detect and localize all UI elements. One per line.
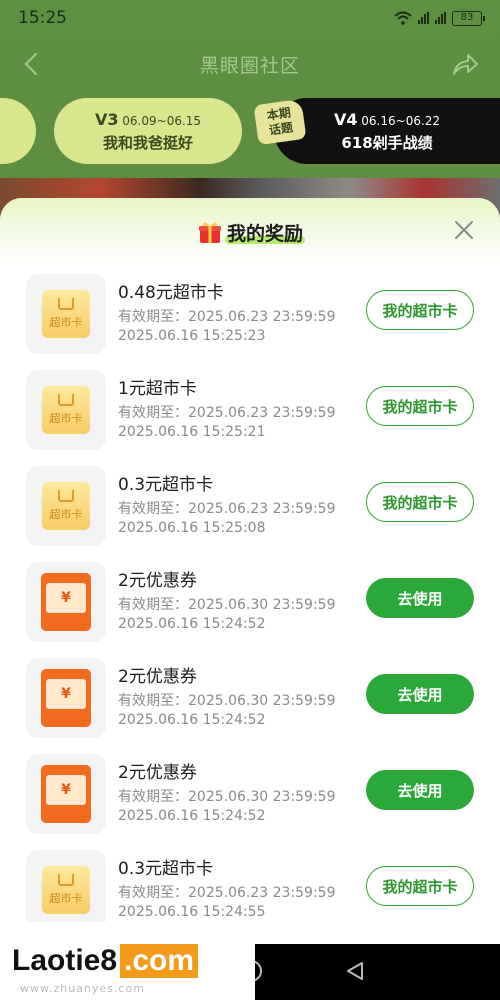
topic-name: 618剁手战绩 bbox=[341, 133, 433, 152]
my-supermarket-card-button[interactable]: 我的超市卡 bbox=[366, 290, 474, 330]
reward-time: 2025.06.16 15:24:52 bbox=[118, 712, 266, 728]
supermarket-card-icon: 超市卡 bbox=[42, 290, 90, 338]
signal-icon-2 bbox=[435, 12, 446, 24]
topic-dates: 06.16~06.22 bbox=[361, 113, 441, 128]
coupon-icon-label: ¥ bbox=[46, 775, 86, 805]
sheet-title: 我的奖励 bbox=[226, 222, 303, 245]
reward-expiry: 有效期至：2025.06.23 23:59:59 bbox=[118, 405, 336, 421]
sheet-header: 我的奖励 bbox=[0, 198, 500, 266]
reward-title: 0.48元超市卡 bbox=[118, 283, 224, 303]
supermarket-card-icon: 超市卡 bbox=[42, 386, 90, 434]
coupon-icon: ¥ bbox=[41, 669, 91, 727]
use-coupon-button[interactable]: 去使用 bbox=[366, 578, 474, 618]
status-icons: 83 bbox=[394, 10, 485, 26]
topic-dates: 06.09~06.15 bbox=[122, 113, 202, 128]
wifi-icon bbox=[394, 11, 412, 25]
badge-line2: 话题 bbox=[268, 120, 294, 138]
reward-item: 超市卡 1元超市卡 有效期至：2025.06.23 23:59:59 2025.… bbox=[0, 366, 500, 462]
signal-icon bbox=[418, 12, 429, 24]
reward-title: 2元优惠券 bbox=[118, 571, 197, 591]
watermark-brand: Laotie8 bbox=[12, 944, 118, 977]
supermarket-card-icon: 超市卡 bbox=[42, 866, 90, 914]
coupon-icon: ¥ bbox=[41, 765, 91, 823]
back-nav-icon[interactable] bbox=[344, 960, 366, 982]
reward-time: 2025.06.16 15:25:08 bbox=[118, 520, 266, 536]
reward-title: 2元优惠券 bbox=[118, 667, 197, 687]
share-icon[interactable] bbox=[450, 50, 480, 78]
reward-expiry: 有效期至：2025.06.23 23:59:59 bbox=[118, 501, 336, 517]
battery-icon: 83 bbox=[452, 10, 485, 26]
reward-thumbnail: ¥ bbox=[26, 754, 106, 834]
back-icon[interactable] bbox=[18, 50, 46, 78]
watermark-suffix: .com bbox=[120, 944, 199, 978]
coupon-icon-label: ¥ bbox=[46, 679, 86, 709]
reward-item: ¥ 2元优惠券 有效期至：2025.06.30 23:59:59 2025.06… bbox=[0, 558, 500, 654]
reward-thumbnail: 超市卡 bbox=[26, 466, 106, 546]
topic-chip-v4[interactable]: V4 06.16~06.22 618剁手战绩 bbox=[274, 98, 500, 164]
reward-thumbnail: 超市卡 bbox=[26, 274, 106, 354]
reward-time: 2025.06.16 15:25:21 bbox=[118, 424, 266, 440]
watermark: Laotie8 .com www.zhuanyes.com bbox=[0, 922, 255, 1000]
my-supermarket-card-button[interactable]: 我的超市卡 bbox=[366, 866, 474, 906]
supermarket-card-icon: 超市卡 bbox=[42, 482, 90, 530]
coupon-icon: ¥ bbox=[41, 573, 91, 631]
reward-time: 2025.06.16 15:25:23 bbox=[118, 328, 266, 344]
reward-expiry: 有效期至：2025.06.30 23:59:59 bbox=[118, 693, 336, 709]
use-coupon-button[interactable]: 去使用 bbox=[366, 770, 474, 810]
coupon-icon-label: ¥ bbox=[46, 583, 86, 613]
rewards-sheet: 我的奖励 超市卡 0.48元超市卡 有效期至：2025.06.23 23:59:… bbox=[0, 198, 500, 1000]
watermark-sub: www.zhuanyes.com bbox=[20, 982, 145, 995]
reward-expiry: 有效期至：2025.06.30 23:59:59 bbox=[118, 789, 336, 805]
app-screen: 15:25 83 黑眼圈社区 3 V3 06.09~06.15 我和我爸挺好 bbox=[0, 0, 500, 1000]
reward-thumbnail: ¥ bbox=[26, 658, 106, 738]
reward-title: 0.3元超市卡 bbox=[118, 475, 214, 495]
topic-chip-prev[interactable]: 3 bbox=[0, 98, 36, 164]
reward-expiry: 有效期至：2025.06.23 23:59:59 bbox=[118, 885, 336, 901]
reward-thumbnail: 超市卡 bbox=[26, 370, 106, 450]
current-topic-badge: 本期 话题 bbox=[253, 98, 307, 146]
card-icon-label: 超市卡 bbox=[49, 412, 83, 425]
reward-time: 2025.06.16 15:24:52 bbox=[118, 808, 266, 824]
page-title: 黑眼圈社区 bbox=[199, 54, 300, 77]
topic-tabs: 3 V3 06.09~06.15 我和我爸挺好 V4 06.16~06.22 6… bbox=[0, 98, 500, 164]
reward-item: ¥ 2元优惠券 有效期至：2025.06.30 23:59:59 2025.06… bbox=[0, 750, 500, 846]
card-icon-label: 超市卡 bbox=[49, 508, 83, 521]
my-supermarket-card-button[interactable]: 我的超市卡 bbox=[366, 386, 474, 426]
nav-bar: 黑眼圈社区 bbox=[0, 40, 500, 88]
use-coupon-button[interactable]: 去使用 bbox=[366, 674, 474, 714]
card-icon-label: 超市卡 bbox=[49, 892, 83, 905]
reward-thumbnail: 超市卡 bbox=[26, 850, 106, 930]
topic-code: V4 bbox=[333, 109, 358, 129]
reward-item: 超市卡 0.3元超市卡 有效期至：2025.06.23 23:59:59 202… bbox=[0, 462, 500, 558]
reward-time: 2025.06.16 15:24:52 bbox=[118, 616, 266, 632]
gift-icon bbox=[198, 222, 221, 243]
reward-title: 2元优惠券 bbox=[118, 763, 197, 783]
reward-title: 1元超市卡 bbox=[118, 379, 197, 399]
status-time: 15:25 bbox=[18, 8, 67, 28]
topic-chip-v3[interactable]: V3 06.09~06.15 我和我爸挺好 bbox=[54, 98, 242, 164]
reward-item: ¥ 2元优惠券 有效期至：2025.06.30 23:59:59 2025.06… bbox=[0, 654, 500, 750]
topic-code: V3 bbox=[94, 109, 119, 129]
reward-thumbnail: ¥ bbox=[26, 562, 106, 642]
reward-list: 超市卡 0.48元超市卡 有效期至：2025.06.23 23:59:59 20… bbox=[0, 266, 500, 942]
topic-name: 我和我爸挺好 bbox=[102, 133, 193, 152]
reward-expiry: 有效期至：2025.06.30 23:59:59 bbox=[118, 597, 336, 613]
card-icon-label: 超市卡 bbox=[49, 316, 83, 329]
reward-item: 超市卡 0.48元超市卡 有效期至：2025.06.23 23:59:59 20… bbox=[0, 270, 500, 366]
reward-time: 2025.06.16 15:24:55 bbox=[118, 904, 266, 920]
reward-expiry: 有效期至：2025.06.23 23:59:59 bbox=[118, 309, 336, 325]
close-icon[interactable] bbox=[452, 218, 476, 242]
my-supermarket-card-button[interactable]: 我的超市卡 bbox=[366, 482, 474, 522]
reward-title: 0.3元超市卡 bbox=[118, 859, 214, 879]
status-bar: 15:25 83 bbox=[0, 0, 500, 36]
